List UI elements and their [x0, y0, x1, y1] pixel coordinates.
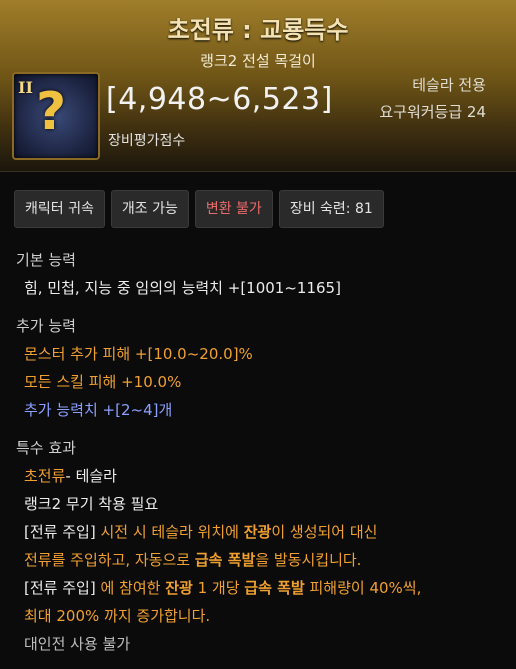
tag-modifiable: 개조 가능: [110, 190, 189, 228]
equipment-score: [4,948~6,523]: [106, 82, 333, 117]
special-effect-line-2: 전류를 주입하고, 자동으로 급속 폭발을 발동시킵니다.: [24, 551, 362, 569]
special-effect-line-1: [전류 주입] 시전 시 테슬라 위치에 잔광이 생성되어 대신: [24, 523, 378, 541]
basic-stats-title: 기본 능력: [16, 251, 76, 269]
equipment-score-label: 장비평가점수: [108, 133, 186, 149]
special-effect-line-4: 최대 200% 까지 증가합니다.: [24, 607, 211, 625]
pvp-restriction: 대인전 사용 불가: [24, 635, 131, 653]
special-effect-requirement: 랭크2 무기 착용 필요: [24, 495, 159, 513]
special-effect-line-3: [전류 주입] 에 참여한 잔광 1 개당 급속 폭발 피해량이 40%씩,: [24, 579, 422, 597]
basic-stat-line: 힘, 민첩, 지능 중 임의의 능력치 +[1001~1165]: [24, 279, 341, 297]
special-effect-title: 특수 효과: [16, 439, 76, 457]
class-restriction: 테슬라 전용: [412, 76, 486, 94]
item-title: 초전류 : 교룡득수: [167, 16, 349, 44]
tooltip-body: 기본 능력 힘, 민첩, 지능 중 임의의 능력치 +[1001~1165] 추…: [16, 246, 506, 658]
additional-stat-monster-damage: 몬스터 추가 피해 +[10.0~20.0]%: [24, 345, 253, 363]
tag-character-bound: 캐릭터 귀속: [14, 190, 105, 228]
tag-proficiency: 장비 숙련: 81: [278, 190, 384, 228]
item-tags: 캐릭터 귀속 개조 가능 변환 불가 장비 숙련: 81: [14, 190, 384, 228]
tag-not-convertible: 변환 불가: [194, 190, 273, 228]
unknown-item-icon: ?: [36, 82, 67, 142]
additional-stat-skill-damage: 모든 스킬 피해 +10.0%: [24, 373, 182, 391]
special-effect-name: 초전류- 테슬라: [24, 467, 117, 485]
item-icon: II ?: [12, 72, 100, 160]
item-tooltip: 초전류 : 교룡득수 랭크2 전설 목걸이 II ? [4,948~6,523]…: [0, 0, 516, 669]
item-subtitle: 랭크2 전설 목걸이: [200, 52, 316, 70]
additional-stat-random: 추가 능력치 +[2~4]개: [24, 401, 173, 419]
additional-stats-title: 추가 능력: [16, 317, 76, 335]
tooltip-header: 초전류 : 교룡득수 랭크2 전설 목걸이 II ? [4,948~6,523]…: [0, 0, 516, 172]
required-level: 요구워커등급 24: [379, 103, 486, 121]
rank-badge: II: [18, 78, 33, 97]
